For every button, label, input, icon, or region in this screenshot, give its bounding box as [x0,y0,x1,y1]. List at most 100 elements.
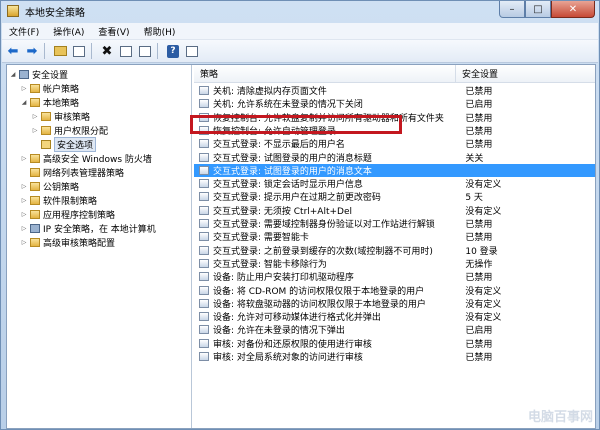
policy-icon [199,152,209,162]
computer-icon [19,70,29,79]
folder-icon [30,168,40,177]
column-header-setting[interactable]: 安全设置 [456,65,595,82]
expand-toggle-icon[interactable]: ▷ [20,197,28,204]
folder-up-icon[interactable] [52,43,68,59]
policy-icon [199,165,209,175]
table-row[interactable]: 关机: 清除虚拟内存页面文件 已禁用 [194,84,595,97]
table-row[interactable]: 设备: 将软盘驱动器的访问权限仅限于本地登录的用户 没有定义 [194,297,595,310]
tree-item[interactable]: ▷ 应用程序控制策略 [20,208,115,221]
policy-setting: 已禁用 [465,126,493,137]
policy-icon [199,312,209,322]
tree-item[interactable]: ▷ 高级安全 Windows 防火墙 [20,152,152,165]
table-row[interactable]: 交互式登录: 需要智能卡 已禁用 [194,230,595,243]
policy-name: 交互式登录: 需要智能卡 [213,233,309,244]
policy-name: 设备: 允许在未登录的情况下弹出 [213,326,345,337]
menu-file[interactable]: 文件(F) [2,25,46,38]
tree-item[interactable]: 网络列表管理器策略 [20,166,124,179]
back-arrow-icon[interactable]: ⬅ [5,43,21,59]
policy-setting: 无操作 [465,259,493,270]
table-row[interactable]: 关机: 允许系统在未登录的情况下关闭 已启用 [194,97,595,110]
tree-item[interactable]: ◢ 安全设置 [9,68,68,81]
show-tree-icon[interactable] [71,43,87,59]
tree-item[interactable]: ▷ 公钥策略 [20,180,79,193]
table-row[interactable]: 审核: 对全局系统对象的访问进行审核 已禁用 [194,350,595,363]
table-row[interactable]: 交互式登录: 无须按 Ctrl+Alt+Del 没有定义 [194,204,595,217]
expand-toggle-icon[interactable]: ▷ [20,225,28,232]
tree-item-label: 帐户策略 [43,85,80,95]
minimize-button[interactable]: – [499,1,525,18]
table-row[interactable]: 审核: 对备份和还原权限的使用进行审核 已禁用 [194,337,595,350]
policy-name: 交互式登录: 之前登录到缓存的次数(域控制器不可用时) [213,246,433,257]
tree-item[interactable]: ▷ 用户权限分配 [31,124,108,137]
tree-item-label: 公钥策略 [43,183,80,193]
menu-view[interactable]: 查看(V) [91,25,136,38]
table-row[interactable]: 恢复控制台: 允许自动管理登录 已禁用 [194,124,595,137]
tree-item[interactable]: ▷ IP 安全策略，在 本地计算机 [20,222,156,235]
window-controls: – □ ✕ [499,1,595,18]
app-window: 本地安全策略 – □ ✕ 文件(F) 操作(A) 查看(V) 帮助(H) ⬅ ➡… [0,0,600,430]
help-icon[interactable]: ? [165,43,181,59]
maximize-button[interactable]: □ [525,1,551,18]
tree-item[interactable]: ▷ 软件限制策略 [20,194,97,207]
tree-item[interactable]: ▷ 审核策略 [31,110,90,123]
expand-toggle-icon[interactable]: ▷ [20,211,28,218]
column-header-policy[interactable]: 策略 [194,65,456,82]
expand-toggle-icon[interactable]: ▷ [31,113,39,120]
table-row[interactable]: 交互式登录: 锁定会话时显示用户信息 没有定义 [194,177,595,190]
export-icon[interactable] [137,43,153,59]
policy-name: 交互式登录: 不显示最后的用户名 [213,140,345,151]
table-row[interactable]: 交互式登录: 试图登录的用户的消息文本 [194,163,595,177]
folder-icon [41,126,51,135]
policy-name: 交互式登录: 提示用户在过期之前更改密码 [213,193,381,204]
table-row[interactable]: 交互式登录: 需要域控制器身份验证以对工作站进行解锁 已禁用 [194,217,595,230]
folder-icon [30,196,40,205]
policy-icon [199,325,209,335]
folder-icon [30,210,40,219]
table-row[interactable]: 交互式登录: 智能卡移除行为 无操作 [194,257,595,270]
table-row[interactable]: 恢复控制台: 允许软盘复制并访问所有驱动器和所有文件夹 已禁用 [194,111,595,124]
menu-help[interactable]: 帮助(H) [137,25,183,38]
policy-name: 交互式登录: 试图登录的用户的消息文本 [213,166,372,177]
policy-setting: 已禁用 [465,273,493,284]
policy-name: 恢复控制台: 允许软盘复制并访问所有驱动器和所有文件夹 [213,113,444,124]
tree-item[interactable]: ◢ 本地策略 [20,96,79,109]
title-bar[interactable]: 本地安全策略 – □ ✕ [1,1,599,21]
menu-action[interactable]: 操作(A) [46,25,91,38]
delete-icon[interactable]: ✖ [99,43,115,59]
policy-icon [199,179,209,189]
table-row[interactable]: 设备: 允许对可移动媒体进行格式化并弹出 没有定义 [194,310,595,323]
expand-toggle-icon[interactable]: ▷ [20,239,28,246]
policy-setting: 5 天 [465,193,483,204]
view-icon[interactable] [184,43,200,59]
close-button[interactable]: ✕ [551,1,595,18]
policy-icon [199,232,209,242]
expand-toggle-icon[interactable]: ▷ [20,85,28,92]
expand-toggle-icon[interactable]: ▷ [20,183,28,190]
tree-item-label: IP 安全策略，在 本地计算机 [43,225,156,235]
tree-item[interactable]: ▷ 帐户策略 [20,82,79,95]
table-row[interactable]: 设备: 防止用户安装打印机驱动程序 已禁用 [194,270,595,283]
tree-item[interactable]: ▷ 高级审核策略配置 [20,236,115,249]
table-row[interactable]: 交互式登录: 不显示最后的用户名 已禁用 [194,137,595,150]
table-row[interactable]: 交互式登录: 提示用户在过期之前更改密码 5 天 [194,190,595,203]
policy-setting: 已禁用 [465,339,493,350]
policy-setting: 已禁用 [465,353,493,363]
policy-setting: 已禁用 [465,113,493,124]
policy-name: 关机: 允许系统在未登录的情况下关闭 [213,100,363,111]
tree-item[interactable]: 安全选项 [31,137,97,152]
table-row[interactable]: 设备: 将 CD-ROM 的访问权限仅限于本地登录的用户 没有定义 [194,284,595,297]
expand-toggle-icon[interactable]: ◢ [9,71,17,78]
menu-bar: 文件(F) 操作(A) 查看(V) 帮助(H) [2,23,598,40]
table-row[interactable]: 交互式登录: 之前登录到缓存的次数(域控制器不可用时) 10 登录 [194,244,595,257]
policy-setting: 没有定义 [465,206,502,217]
expand-toggle-icon[interactable]: ▷ [20,155,28,162]
expand-toggle-icon[interactable]: ▷ [31,127,39,134]
table-row[interactable]: 交互式登录: 试图登录的用户的消息标题 关关 [194,151,595,164]
forward-arrow-icon[interactable]: ➡ [24,43,40,59]
table-row[interactable]: 设备: 允许在未登录的情况下弹出 已启用 [194,323,595,336]
main-content: ◢ 安全设置 ▷ 帐户策略 ◢ 本地策略 ▷ 审核策略 ▷ 用户权限分配 安全选项 ▷ 高级安全 Win… [6,64,596,429]
tree-item-label: 应用程序控制策略 [43,211,116,221]
expand-toggle-icon[interactable]: ◢ [20,99,28,106]
watermark-logo: 电脑百事网 [527,410,593,425]
properties-icon[interactable] [118,43,134,59]
